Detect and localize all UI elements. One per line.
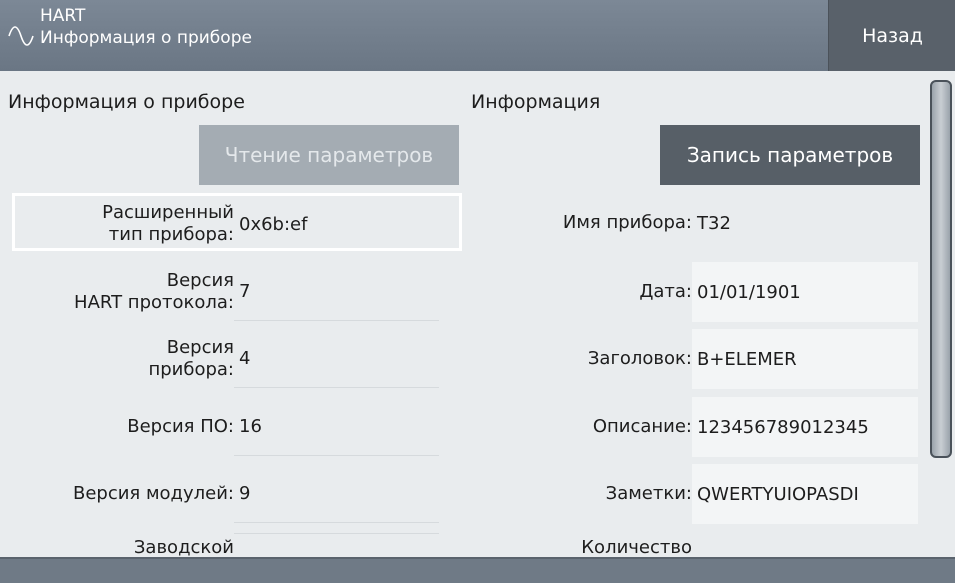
row-value: T32: [697, 212, 731, 234]
row-label: Описание:: [592, 416, 692, 437]
right-row-descriptor[interactable]: Описание: 123456789012345: [470, 397, 918, 457]
message-field[interactable]: QWERTYUIOPASDI: [692, 464, 918, 524]
row-label: Версия ПО:: [127, 416, 234, 437]
row-value: 4: [234, 330, 439, 388]
right-row-date[interactable]: Дата: 01/01/1901: [470, 262, 918, 322]
row-label: прибора:: [148, 359, 234, 380]
right-row-quantity[interactable]: Количество: [470, 533, 918, 557]
right-section-title: Информация: [471, 91, 601, 113]
row-label: тип прибора:: [108, 224, 234, 245]
row-label: Дата:: [639, 281, 692, 302]
row-label: Версия: [166, 270, 234, 291]
right-row-message[interactable]: Заметки: QWERTYUIOPASDI: [470, 464, 918, 524]
row-value: [234, 533, 439, 534]
date-field[interactable]: 01/01/1901: [692, 262, 918, 322]
read-parameters-button[interactable]: Чтение параметров: [199, 125, 459, 185]
left-section-title: Информация о приборе: [8, 91, 245, 113]
row-label: Расширенный: [102, 202, 234, 223]
left-row-hart-version[interactable]: Версия HART протокола: 7: [0, 263, 439, 321]
bottom-bar: [0, 557, 955, 583]
row-value: 7: [234, 263, 439, 321]
content-area[interactable]: Информация о приборе Информация Чтение п…: [0, 71, 930, 557]
left-row-modules-version[interactable]: Версия модулей: 9: [0, 465, 439, 523]
left-row-software-version[interactable]: Версия ПО: 16: [0, 398, 439, 456]
left-row-extended-type[interactable]: Расширенный тип прибора: 0x6b:ef: [12, 196, 434, 252]
title-bar: HART Информация о приборе Назад: [0, 0, 955, 71]
app-title: HART: [40, 6, 86, 26]
row-value: 9: [234, 465, 439, 523]
sine-wave-icon: [8, 26, 34, 46]
row-label: Версия: [166, 337, 234, 358]
right-row-tag[interactable]: Заголовок: B+ELEMER: [470, 329, 918, 389]
back-button[interactable]: Назад: [828, 0, 955, 71]
row-label: Заголовок:: [587, 348, 692, 369]
left-row-serial[interactable]: Заводской: [0, 533, 439, 557]
tag-field[interactable]: B+ELEMER: [692, 329, 918, 389]
write-parameters-button[interactable]: Запись параметров: [660, 125, 920, 185]
row-label: Заметки:: [605, 483, 692, 504]
vertical-scrollbar[interactable]: [930, 80, 952, 458]
row-label: Количество: [581, 537, 692, 557]
right-row-device-name[interactable]: Имя прибора: T32: [470, 193, 918, 253]
left-row-device-version[interactable]: Версия прибора: 4: [0, 330, 439, 388]
row-label: Имя прибора:: [562, 212, 692, 233]
row-value: 16: [234, 398, 439, 456]
row-label: HART протокола:: [74, 292, 234, 313]
row-value: 0x6b:ef: [239, 213, 308, 235]
row-label: Версия модулей:: [72, 483, 234, 504]
descriptor-field[interactable]: 123456789012345: [692, 397, 918, 457]
row-label: Заводской: [133, 537, 234, 557]
page-title: Информация о приборе: [40, 28, 252, 48]
